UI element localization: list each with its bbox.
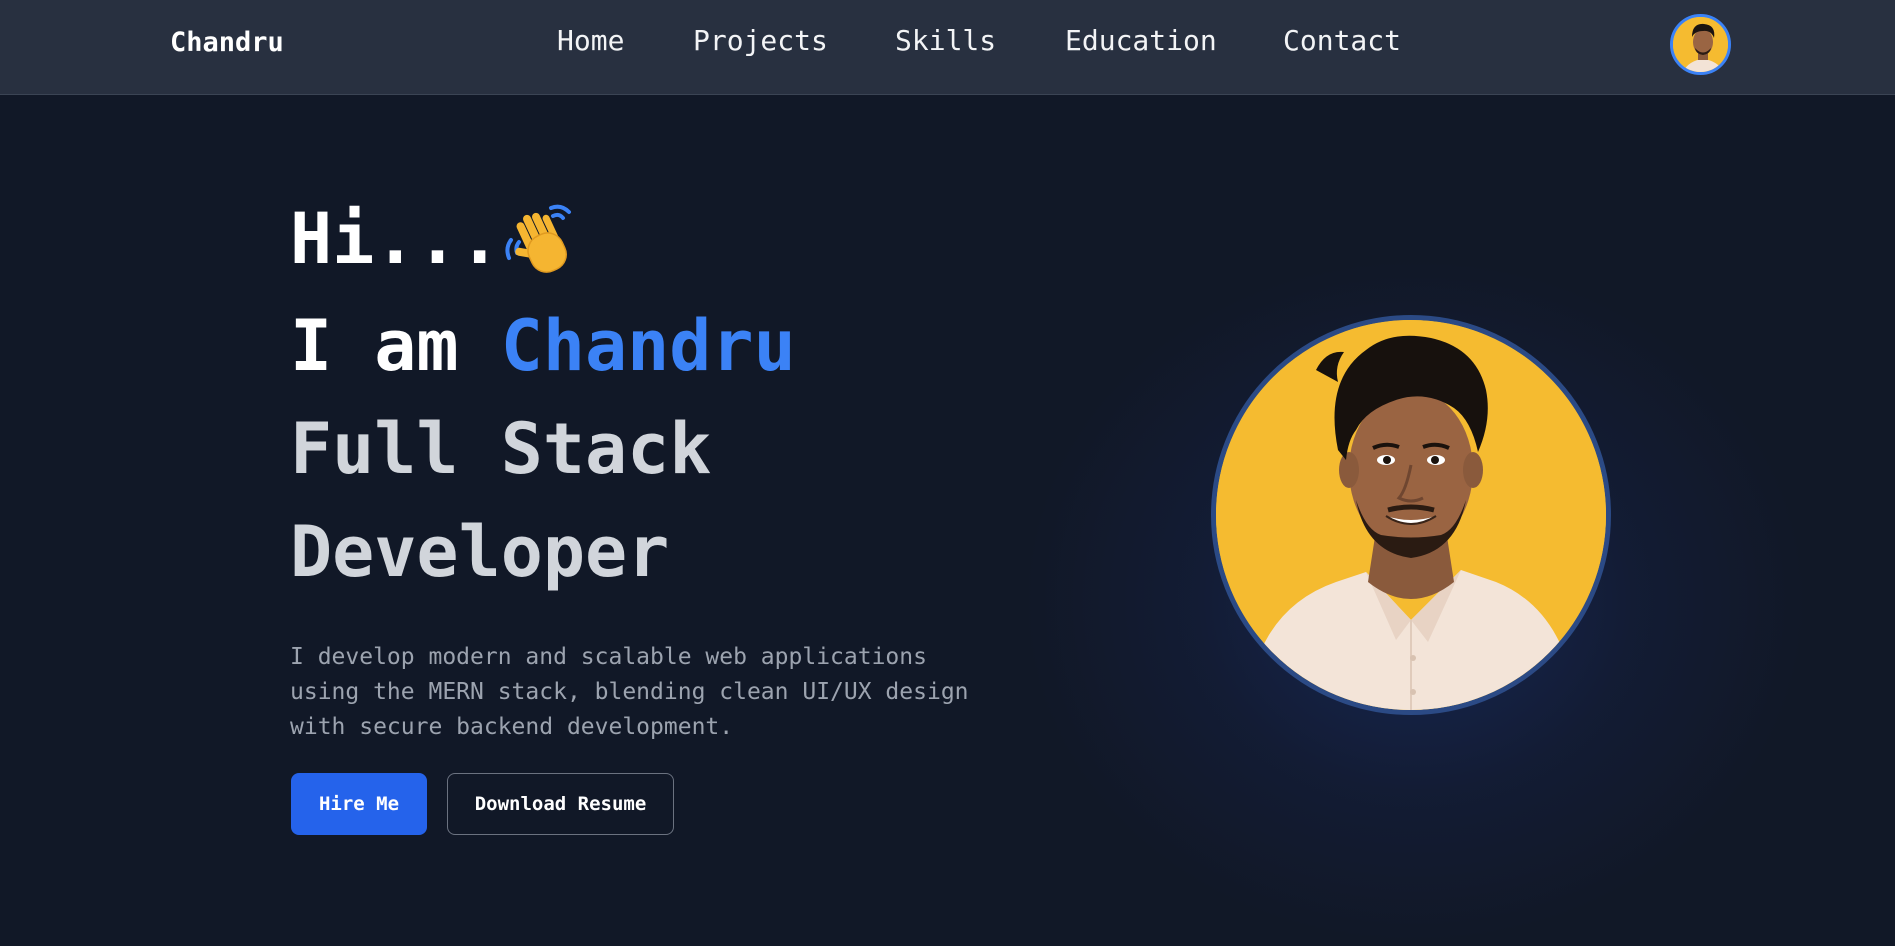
download-resume-button[interactable]: Download Resume <box>447 773 674 835</box>
nav-link-education[interactable]: Education <box>1065 24 1217 57</box>
profile-photo <box>1211 315 1611 715</box>
avatar[interactable] <box>1670 14 1731 75</box>
hire-me-button[interactable]: Hire Me <box>291 773 427 835</box>
nav-link-projects[interactable]: Projects <box>693 24 828 57</box>
navbar: Chandru Home Projects Skills Education C… <box>0 0 1895 95</box>
brand-logo[interactable]: Chandru <box>170 27 284 58</box>
role-line-2: Developer <box>290 511 670 593</box>
role-line-1: Full Stack <box>290 408 712 490</box>
profile-photo-image <box>1216 320 1606 710</box>
intro-name: Chandru <box>500 305 796 387</box>
nav-link-home[interactable]: Home <box>557 24 624 57</box>
hero-description: I develop modern and scalable web applic… <box>290 644 969 740</box>
hero-section: Hi... I am Chandru Full Stack Developer … <box>0 96 1895 946</box>
nav-link-skills[interactable]: Skills <box>895 24 996 57</box>
greeting: Hi... <box>290 204 583 284</box>
nav-link-contact[interactable]: Contact <box>1283 24 1401 57</box>
greeting-text: Hi... <box>290 198 501 281</box>
intro-prefix: I am <box>290 305 501 387</box>
intro-heading: I am Chandru <box>290 311 796 381</box>
waving-hand-icon <box>501 200 583 280</box>
avatar-image <box>1673 17 1728 72</box>
